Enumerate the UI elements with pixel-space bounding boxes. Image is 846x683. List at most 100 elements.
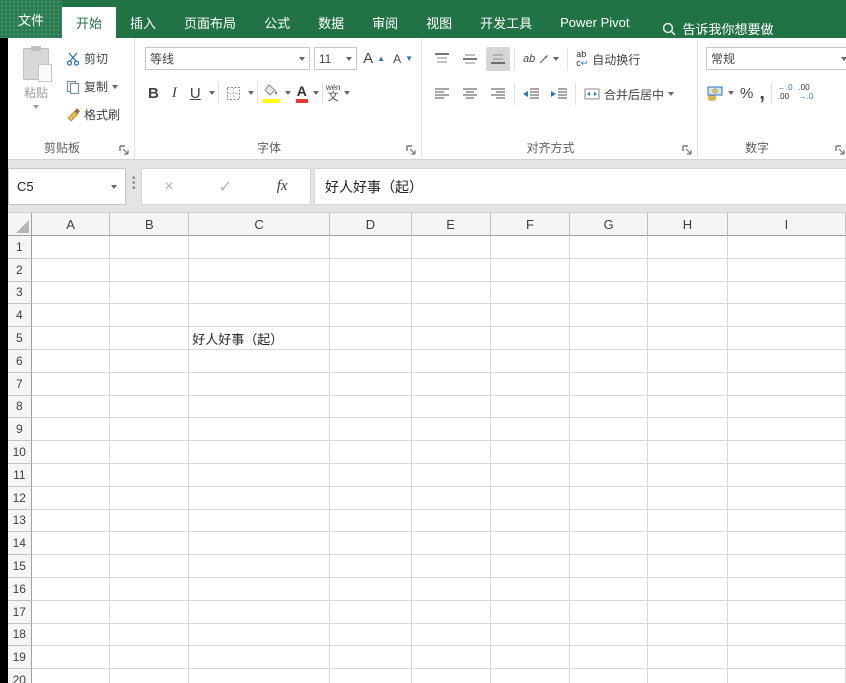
cell-A6[interactable] — [31, 349, 111, 373]
cell-E15[interactable] — [411, 555, 491, 578]
align-center-button[interactable] — [458, 82, 482, 106]
cell-F19[interactable] — [490, 646, 571, 670]
cell-C20[interactable] — [189, 669, 330, 683]
cell-G2[interactable] — [570, 258, 649, 282]
cell-F14[interactable] — [490, 532, 571, 556]
cell-C19[interactable] — [189, 646, 330, 670]
tab-developer[interactable]: 开发工具 — [466, 7, 546, 38]
cell-G1[interactable] — [570, 236, 649, 259]
cell-G20[interactable] — [570, 669, 649, 683]
row-header-14[interactable]: 14 — [8, 532, 32, 556]
align-bottom-button[interactable] — [486, 47, 510, 71]
cell-H2[interactable] — [648, 258, 728, 282]
cell-H9[interactable] — [648, 418, 728, 442]
cancel-icon[interactable]: × — [164, 178, 173, 196]
cell-E20[interactable] — [412, 669, 491, 683]
row-header-2[interactable]: 2 — [8, 258, 32, 282]
cell-D2[interactable] — [329, 258, 412, 282]
cell-H13[interactable] — [648, 509, 728, 533]
merge-center-button[interactable]: 合并后居中 — [580, 84, 678, 105]
row-header-7[interactable]: 7 — [8, 372, 32, 396]
row-header-6[interactable]: 6 — [8, 349, 32, 373]
cell-E2[interactable] — [411, 258, 491, 282]
cell-E11[interactable] — [411, 463, 491, 487]
tab-file[interactable]: 文件 — [0, 0, 63, 38]
cell-D8[interactable] — [329, 395, 412, 419]
cell-A14[interactable] — [31, 532, 111, 556]
copy-dropdown-icon[interactable] — [112, 84, 119, 89]
cell-F2[interactable] — [490, 258, 571, 282]
cell-A20[interactable] — [32, 669, 111, 683]
cell-E4[interactable] — [411, 304, 491, 328]
cell-D16[interactable] — [329, 577, 412, 601]
column-header-B[interactable]: B — [110, 213, 190, 236]
cell-C13[interactable] — [189, 509, 330, 533]
phonetic-guide-button[interactable]: wén 文 — [326, 83, 341, 103]
number-dialog-launcher-icon[interactable] — [834, 144, 846, 156]
cell-B2[interactable] — [110, 258, 190, 282]
cell-D18[interactable] — [329, 623, 412, 647]
column-header-C[interactable]: C — [189, 213, 331, 236]
cell-H18[interactable] — [648, 623, 728, 647]
cell-A10[interactable] — [31, 441, 111, 464]
cell-C6[interactable] — [189, 349, 330, 373]
cell-D6[interactable] — [329, 349, 412, 373]
cell-B13[interactable] — [110, 509, 190, 533]
decrease-decimal-button[interactable]: .00 →.0 — [799, 83, 814, 102]
cell-F7[interactable] — [490, 372, 571, 396]
cell-C7[interactable] — [189, 372, 330, 396]
cell-I14[interactable] — [727, 532, 846, 556]
cell-A17[interactable] — [31, 600, 111, 624]
cell-C15[interactable] — [189, 555, 330, 578]
cell-I17[interactable] — [727, 600, 846, 624]
cell-A12[interactable] — [31, 486, 111, 510]
cell-I19[interactable] — [727, 646, 846, 670]
cell-A5[interactable] — [31, 327, 111, 350]
cell-F6[interactable] — [490, 349, 571, 373]
cell-C8[interactable] — [189, 395, 330, 419]
select-all-corner[interactable] — [8, 213, 32, 236]
cell-F10[interactable] — [490, 441, 571, 464]
cell-G9[interactable] — [570, 418, 649, 442]
row-header-9[interactable]: 9 — [8, 418, 32, 442]
cell-D9[interactable] — [329, 418, 412, 442]
percent-style-button[interactable]: % — [740, 85, 753, 102]
cell-E9[interactable] — [411, 418, 491, 442]
cell-A13[interactable] — [31, 509, 111, 533]
tab-power-pivot[interactable]: Power Pivot — [546, 7, 643, 38]
cell-H7[interactable] — [648, 372, 728, 396]
cell-I2[interactable] — [727, 258, 846, 282]
cell-E18[interactable] — [411, 623, 491, 647]
cell-H16[interactable] — [648, 577, 728, 601]
cell-B19[interactable] — [110, 646, 190, 670]
increase-indent-button[interactable] — [547, 82, 571, 106]
cell-F8[interactable] — [490, 395, 571, 419]
cell-G6[interactable] — [570, 349, 649, 373]
cell-G12[interactable] — [570, 486, 649, 510]
font-name-combobox[interactable]: 等线 — [145, 47, 310, 70]
cell-H14[interactable] — [648, 532, 728, 556]
font-size-combobox[interactable]: 11 — [313, 47, 358, 70]
cell-G3[interactable] — [570, 281, 649, 305]
row-header-12[interactable]: 12 — [8, 486, 32, 510]
cell-G10[interactable] — [570, 441, 649, 464]
clipboard-dialog-launcher-icon[interactable] — [118, 144, 130, 156]
bold-button[interactable]: B — [143, 84, 164, 103]
cell-C12[interactable] — [189, 486, 330, 510]
cell-G8[interactable] — [570, 395, 649, 419]
cell-I12[interactable] — [727, 486, 846, 510]
merge-center-dropdown-icon[interactable] — [668, 92, 675, 96]
cell-G17[interactable] — [570, 600, 649, 624]
cell-A15[interactable] — [31, 555, 111, 578]
cell-D13[interactable] — [329, 509, 412, 533]
cell-F15[interactable] — [490, 555, 571, 578]
row-header-3[interactable]: 3 — [8, 281, 32, 305]
cell-B20[interactable] — [110, 669, 190, 683]
cell-F5[interactable] — [490, 327, 571, 350]
cell-I18[interactable] — [727, 623, 846, 647]
cell-I13[interactable] — [727, 509, 846, 533]
cell-C5[interactable]: 好人好事（起） — [189, 327, 330, 350]
cell-E7[interactable] — [411, 372, 491, 396]
cell-G4[interactable] — [570, 304, 649, 328]
cell-E17[interactable] — [411, 600, 491, 624]
